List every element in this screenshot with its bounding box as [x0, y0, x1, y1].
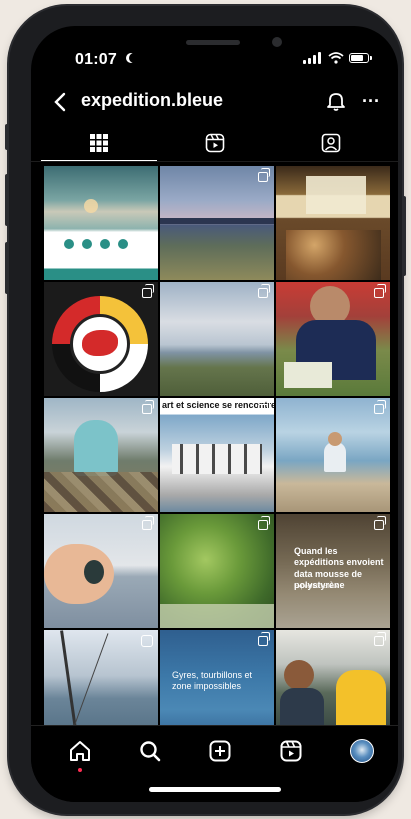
multi-photo-icon: [258, 168, 270, 182]
post-tile-2[interactable]: [160, 166, 274, 280]
profile-avatar: [350, 739, 374, 763]
profile-username: expedition.bleue: [81, 90, 224, 110]
camera: [272, 37, 282, 47]
nav-profile[interactable]: [349, 738, 375, 764]
home-indicator: [149, 787, 281, 792]
reels-icon: [280, 740, 302, 762]
status-bar: 01:07: [31, 48, 398, 68]
post-small-text: Expédition Bleue: [294, 584, 340, 590]
post-tile-6[interactable]: [276, 282, 390, 396]
volume-up-button: [5, 174, 9, 226]
multi-photo-icon: [374, 284, 386, 298]
post-tile-10[interactable]: [44, 514, 158, 628]
multi-photo-icon: [258, 516, 270, 530]
multi-photo-icon: [142, 516, 154, 530]
post-tile-1[interactable]: [44, 166, 158, 280]
phone-frame: 01:07 expedition.bleue ··· art et scienc…: [5, 6, 406, 814]
reel-icon: [141, 635, 153, 647]
profile-tabs: [31, 126, 398, 162]
signal-icon: [303, 52, 321, 64]
moon-icon: [129, 53, 139, 63]
tab-divider: [31, 161, 398, 162]
notification-dot: [78, 768, 82, 772]
battery-icon: [349, 53, 372, 63]
profile-header: expedition.bleue ···: [31, 84, 398, 120]
status-time: 01:07: [75, 51, 117, 68]
multi-photo-icon: [258, 632, 270, 646]
bell-icon[interactable]: [325, 90, 347, 112]
wifi-icon: [328, 52, 344, 64]
screen: 01:07 expedition.bleue ··· art et scienc…: [31, 26, 398, 802]
post-tile-12[interactable]: Quand les expéditions envoient data mous…: [276, 514, 390, 628]
multi-photo-icon: [142, 400, 154, 414]
multi-photo-icon: [374, 516, 386, 530]
bottom-navigation: [31, 725, 398, 802]
nav-create[interactable]: [207, 738, 233, 764]
mute-switch: [5, 124, 9, 150]
volume-down-button: [5, 242, 9, 294]
nav-search[interactable]: [137, 738, 163, 764]
more-options-button[interactable]: ···: [362, 91, 380, 112]
power-button: [402, 196, 406, 276]
post-tile-9[interactable]: [276, 398, 390, 512]
post-tile-4[interactable]: [44, 282, 158, 396]
posts-grid: art et science se rencontrent Quand les …: [44, 166, 390, 744]
reels-icon: [205, 133, 225, 153]
post-tile-11[interactable]: [160, 514, 274, 628]
post-tile-7[interactable]: [44, 398, 158, 512]
tagged-icon: [321, 133, 341, 153]
post-tile-5[interactable]: [160, 282, 274, 396]
multi-photo-icon: [142, 284, 154, 298]
grid-icon: [90, 134, 108, 152]
tab-tagged[interactable]: [273, 126, 389, 160]
tab-posts[interactable]: [41, 126, 157, 162]
nav-home[interactable]: [67, 738, 93, 764]
speaker: [186, 40, 240, 45]
multi-photo-icon: [258, 284, 270, 298]
search-icon: [140, 741, 161, 762]
tab-reels[interactable]: [157, 126, 273, 160]
nav-reels[interactable]: [278, 738, 304, 764]
multi-photo-icon: [374, 632, 386, 646]
home-icon: [70, 741, 90, 761]
back-arrow-icon[interactable]: [53, 92, 67, 112]
multi-photo-icon: [374, 400, 386, 414]
create-icon: [209, 740, 231, 762]
multi-photo-icon: [258, 400, 270, 414]
post-tile-3[interactable]: [276, 166, 390, 280]
post-tile-8[interactable]: art et science se rencontrent: [160, 398, 274, 512]
post-overlay-text: Gyres, tourbillons et zone impossibles: [172, 670, 253, 692]
